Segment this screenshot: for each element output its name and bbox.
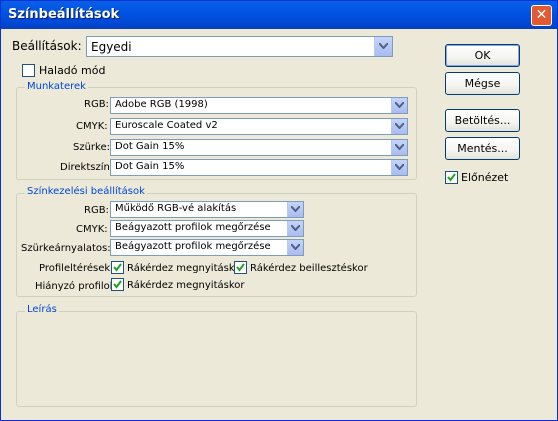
policy-rgb-value: Működő RGB-vé alakítás	[115, 203, 237, 214]
checkmark-icon	[113, 263, 122, 272]
policy-cmyk-label: CMYK:	[76, 224, 108, 235]
workspace-spot-value: Dot Gain 15%	[115, 161, 185, 172]
chevron-down-icon	[391, 160, 407, 175]
color-management-legend: Színkezelési beállítások	[25, 186, 147, 197]
mismatch-ask-open-label: Rákérdez megnyitáskor	[127, 263, 245, 274]
missing-ask-open-checkbox[interactable]	[111, 278, 124, 291]
policy-rgb-label: RGB:	[84, 205, 109, 216]
preview-label: Előnézet	[461, 171, 509, 184]
checkmark-icon	[447, 173, 456, 182]
workspace-cmyk-label: CMYK:	[76, 121, 108, 132]
missing-profiles-label: Hiányzó profilok:	[35, 281, 119, 292]
chevron-down-icon	[391, 98, 407, 113]
workspace-cmyk-value: Euroscale Coated v2	[115, 120, 218, 131]
load-button[interactable]: Betöltés...	[445, 109, 520, 132]
chevron-down-icon	[287, 202, 303, 217]
missing-ask-open-label: Rákérdez megnyitáskor	[127, 280, 245, 291]
mismatch-ask-paste-checkbox[interactable]	[234, 261, 247, 274]
save-button[interactable]: Mentés...	[445, 137, 520, 160]
policy-gray-select[interactable]: Beágyazott profilok megőrzése	[110, 239, 304, 256]
policy-cmyk-value: Beágyazott profilok megőrzése	[115, 222, 271, 233]
chevron-down-icon	[287, 221, 303, 236]
close-icon: ✕	[535, 7, 548, 23]
description-legend: Leírás	[25, 304, 59, 315]
policy-gray-label: Szürkeárnyalatos:	[21, 243, 111, 254]
workspace-rgb-label: RGB:	[84, 99, 109, 110]
workspace-cmyk-select[interactable]: Euroscale Coated v2	[110, 118, 408, 135]
workspace-gray-select[interactable]: Dot Gain 15%	[110, 139, 408, 156]
workspace-rgb-select[interactable]: Adobe RGB (1998)	[110, 97, 408, 114]
ok-button[interactable]: OK	[445, 44, 520, 67]
mismatch-ask-paste-label: Rákérdez beillesztéskor	[250, 263, 368, 274]
workspace-rgb-value: Adobe RGB (1998)	[115, 99, 208, 110]
workspace-spot-select[interactable]: Dot Gain 15%	[110, 159, 408, 176]
policy-gray-value: Beágyazott profilok megőrzése	[115, 241, 271, 252]
title-bar: Színbeállítások ✕	[1, 1, 557, 29]
description-group	[16, 311, 417, 407]
settings-label: Beállítások:	[12, 39, 82, 53]
checkmark-icon	[236, 263, 245, 272]
preview-checkbox[interactable]	[445, 171, 458, 184]
chevron-down-icon	[391, 119, 407, 134]
chevron-down-icon	[391, 140, 407, 155]
chevron-down-icon	[374, 37, 392, 56]
advanced-mode-label: Haladó mód	[39, 64, 106, 77]
mismatch-ask-open-checkbox[interactable]	[111, 261, 124, 274]
workspaces-legend: Munkaterek	[25, 81, 88, 92]
workspace-gray-value: Dot Gain 15%	[115, 141, 185, 152]
policy-rgb-select[interactable]: Működő RGB-vé alakítás	[110, 201, 304, 218]
workspace-gray-label: Szürke:	[73, 142, 111, 153]
checkmark-icon	[113, 280, 122, 289]
dialog-window: Színbeállítások ✕ Beállítások: Egyedi Ha…	[0, 0, 558, 421]
cancel-button[interactable]: Mégse	[445, 72, 520, 95]
workspace-spot-label: Direktszín:	[60, 162, 114, 173]
policy-cmyk-select[interactable]: Beágyazott profilok megőrzése	[110, 220, 304, 237]
profile-mismatch-label: Profileltérések:	[39, 263, 114, 274]
settings-select[interactable]: Egyedi	[86, 36, 393, 57]
advanced-mode-checkbox[interactable]	[22, 64, 35, 77]
settings-value: Egyedi	[91, 40, 132, 54]
close-button[interactable]: ✕	[531, 5, 552, 26]
chevron-down-icon	[287, 240, 303, 255]
window-title: Színbeállítások	[8, 7, 120, 22]
